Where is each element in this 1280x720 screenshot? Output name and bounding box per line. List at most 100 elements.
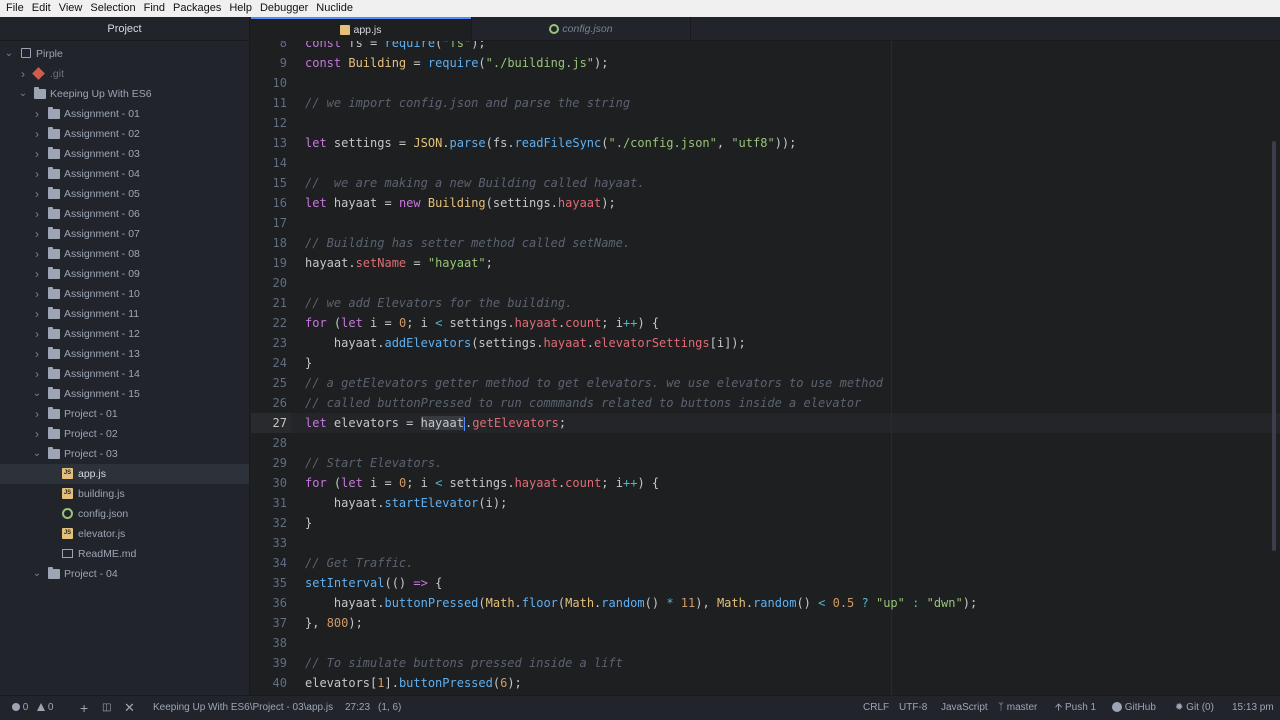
tab-config-json[interactable]: config.json: [471, 17, 691, 41]
code-line[interactable]: // we are making a new Building called h…: [305, 173, 645, 193]
file-encoding[interactable]: UTF-8: [899, 696, 927, 720]
tree-item[interactable]: JS elevator.js: [0, 524, 249, 544]
tree-item[interactable]: JS app.js: [0, 464, 249, 484]
menu-view[interactable]: View: [55, 0, 87, 17]
line-ending[interactable]: CRLF: [863, 696, 889, 720]
menu-selection[interactable]: Selection: [86, 0, 139, 17]
tree-item[interactable]: ⌄ Keeping Up With ES6: [0, 84, 249, 104]
code-line[interactable]: hayaat.startElevator(i);: [305, 493, 507, 513]
close-icon[interactable]: ✕: [124, 696, 135, 720]
tree-item[interactable]: ReadME.md: [0, 544, 249, 564]
file-path[interactable]: Keeping Up With ES6\Project - 03\app.js: [153, 696, 333, 720]
code-line[interactable]: // we add Elevators for the building.: [305, 293, 572, 313]
tree-item[interactable]: › Project - 01: [0, 404, 249, 424]
chevron-right-icon[interactable]: ›: [32, 264, 42, 284]
tree-item[interactable]: › Assignment - 02: [0, 124, 249, 144]
grammar-selector[interactable]: JavaScript: [941, 696, 988, 720]
tree-item[interactable]: JS building.js: [0, 484, 249, 504]
terminal-icon[interactable]: ◫: [102, 696, 111, 720]
tree-item[interactable]: › Assignment - 08: [0, 244, 249, 264]
code-line[interactable]: for (let i = 0; i < settings.hayaat.coun…: [305, 313, 659, 333]
code-line[interactable]: // a getElevators getter method to get e…: [305, 373, 883, 393]
tree-item[interactable]: › Assignment - 05: [0, 184, 249, 204]
chevron-right-icon[interactable]: ›: [32, 404, 42, 424]
code-line[interactable]: // called buttonPressed to run commmands…: [305, 393, 861, 413]
menu-nuclide[interactable]: Nuclide: [312, 0, 357, 17]
chevron-right-icon[interactable]: ›: [32, 304, 42, 324]
code-line[interactable]: }: [305, 353, 312, 373]
menu-edit[interactable]: Edit: [28, 0, 55, 17]
tree-item[interactable]: › Assignment - 09: [0, 264, 249, 284]
code-line[interactable]: setInterval(() => {: [305, 573, 442, 593]
git-button[interactable]: ✹ Git (0): [1175, 696, 1214, 720]
text-editor[interactable]: 8 9 10 11 12 13 14 15 16 17 18 19 20 21 22 23 24 25 26 27 28…: [251, 41, 1280, 695]
chevron-right-icon[interactable]: ›: [32, 104, 42, 124]
vertical-scrollbar[interactable]: [1272, 141, 1276, 551]
tree-item[interactable]: › Assignment - 11: [0, 304, 249, 324]
chevron-right-icon[interactable]: ›: [32, 284, 42, 304]
tree-item[interactable]: › Assignment - 01: [0, 104, 249, 124]
tree-item[interactable]: › Assignment - 06: [0, 204, 249, 224]
chevron-down-icon[interactable]: ⌄: [32, 384, 42, 404]
chevron-down-icon[interactable]: ⌄: [32, 564, 42, 584]
code-line[interactable]: const fs = require("fs");: [305, 41, 486, 53]
code-line[interactable]: }, 800);: [305, 613, 363, 633]
code-line[interactable]: // Building has setter method called set…: [305, 233, 630, 253]
tree-item[interactable]: › Assignment - 12: [0, 324, 249, 344]
tree-item[interactable]: ⌄ Pirple: [0, 44, 249, 64]
chevron-right-icon[interactable]: ›: [32, 184, 42, 204]
git-branch[interactable]: ᛉ master: [998, 696, 1037, 720]
tree-item[interactable]: › Assignment - 07: [0, 224, 249, 244]
code-line[interactable]: hayaat.addElevators(settings.hayaat.elev…: [305, 333, 746, 353]
chevron-right-icon[interactable]: ›: [32, 224, 42, 244]
code-line[interactable]: for (let i = 0; i < settings.hayaat.coun…: [305, 473, 659, 493]
chevron-down-icon[interactable]: ⌄: [4, 44, 14, 64]
code-line[interactable]: let elevators = hayaat.getElevators;: [305, 413, 566, 433]
push-button[interactable]: 🡩 Push 1: [1055, 696, 1096, 720]
tree-item[interactable]: › Project - 02: [0, 424, 249, 444]
github-button[interactable]: GitHub: [1112, 696, 1156, 720]
cursor-position[interactable]: 27:23: [345, 696, 370, 720]
tree-item[interactable]: config.json: [0, 504, 249, 524]
add-icon[interactable]: +: [80, 696, 88, 720]
menu-file[interactable]: File: [2, 0, 28, 17]
tree-item[interactable]: › Assignment - 14: [0, 364, 249, 384]
tree-item[interactable]: ⌄ Project - 03: [0, 444, 249, 464]
tree-item[interactable]: › Assignment - 10: [0, 284, 249, 304]
chevron-right-icon[interactable]: ›: [32, 344, 42, 364]
code-line[interactable]: // we import config.json and parse the s…: [305, 93, 630, 113]
menu-packages[interactable]: Packages: [169, 0, 225, 17]
chevron-right-icon[interactable]: ›: [32, 424, 42, 444]
code-line[interactable]: const Building = require("./building.js"…: [305, 53, 608, 73]
chevron-right-icon[interactable]: ›: [32, 364, 42, 384]
code-line[interactable]: // Start Elevators.: [305, 453, 442, 473]
code-line[interactable]: hayaat.setName = "hayaat";: [305, 253, 493, 273]
chevron-down-icon[interactable]: ⌄: [18, 84, 28, 104]
tree-item[interactable]: › .git: [0, 64, 249, 84]
tree-item[interactable]: ⌄ Project - 04: [0, 564, 249, 584]
menu-help[interactable]: Help: [225, 0, 256, 17]
code-line[interactable]: // To simulate buttons pressed inside a …: [305, 653, 623, 673]
chevron-right-icon[interactable]: ›: [32, 144, 42, 164]
tree-item[interactable]: › Assignment - 04: [0, 164, 249, 184]
chevron-right-icon[interactable]: ›: [32, 324, 42, 344]
tree-item[interactable]: › Assignment - 03: [0, 144, 249, 164]
tree-item[interactable]: › Assignment - 13: [0, 344, 249, 364]
menu-debugger[interactable]: Debugger: [256, 0, 312, 17]
code-line[interactable]: // Get Traffic.: [305, 553, 413, 573]
chevron-right-icon[interactable]: ›: [32, 124, 42, 144]
tree-item[interactable]: ⌄ Assignment - 15: [0, 384, 249, 404]
chevron-right-icon[interactable]: ›: [32, 244, 42, 264]
diagnostics-summary[interactable]: 0 0: [12, 696, 53, 720]
chevron-right-icon[interactable]: ›: [18, 64, 28, 84]
chevron-right-icon[interactable]: ›: [32, 204, 42, 224]
code-line[interactable]: elevators[1].buttonPressed(6);: [305, 673, 522, 693]
chevron-down-icon[interactable]: ⌄: [32, 444, 42, 464]
code-line[interactable]: hayaat.buttonPressed(Math.floor(Math.ran…: [305, 593, 977, 613]
menu-find[interactable]: Find: [140, 0, 169, 17]
tab-app-js[interactable]: app.js: [251, 17, 471, 41]
code-line[interactable]: let settings = JSON.parse(fs.readFileSyn…: [305, 133, 796, 153]
code-line[interactable]: }: [305, 513, 312, 533]
chevron-right-icon[interactable]: ›: [32, 164, 42, 184]
code-line[interactable]: let hayaat = new Building(settings.hayaa…: [305, 193, 616, 213]
